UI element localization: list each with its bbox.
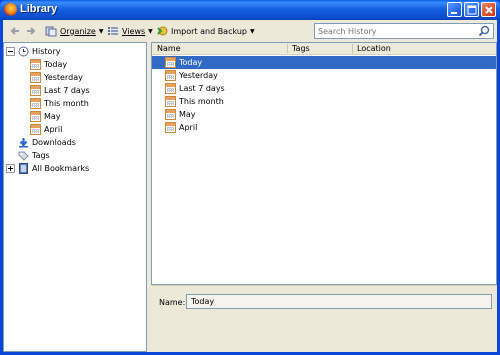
calendar-icon bbox=[30, 111, 41, 122]
tag-icon bbox=[18, 151, 29, 161]
import-backup-menu-button[interactable]: Import and Backup ▼ bbox=[156, 24, 255, 38]
download-arrow-icon bbox=[19, 138, 28, 148]
column-separator[interactable] bbox=[352, 44, 353, 53]
details-pane: Name: Today bbox=[151, 285, 497, 352]
tree-item-april[interactable]: April bbox=[30, 123, 62, 136]
tree-item-may[interactable]: May bbox=[30, 110, 61, 123]
maximize-button[interactable] bbox=[464, 2, 479, 17]
organize-menu-button[interactable]: Organize ▼ bbox=[45, 24, 103, 38]
list-item-yesterday[interactable]: Yesterday bbox=[152, 69, 496, 82]
tree-item-label: Today bbox=[44, 60, 68, 69]
organize-label: Organize bbox=[60, 26, 96, 36]
calendar-icon bbox=[165, 83, 176, 94]
tree-item-today[interactable]: Today bbox=[30, 58, 67, 71]
expand-icon[interactable] bbox=[6, 164, 15, 173]
list-item-today[interactable]: Today bbox=[152, 56, 496, 69]
chevron-down-icon: ▼ bbox=[148, 27, 153, 35]
column-header-name[interactable]: Name bbox=[154, 44, 287, 54]
list-item-label: Yesterday bbox=[179, 71, 218, 80]
tree-item-all-bookmarks[interactable]: All Bookmarks bbox=[6, 162, 89, 175]
close-icon bbox=[485, 6, 493, 14]
views-label: Views bbox=[122, 26, 146, 36]
calendar-icon bbox=[165, 109, 176, 120]
column-header-location[interactable]: Location bbox=[354, 44, 494, 54]
library-window: Library Organize ▼ Views ▼ Import and Ba… bbox=[0, 0, 500, 355]
column-header-row: Name Tags Location bbox=[152, 43, 496, 55]
list-item-label: April bbox=[179, 123, 198, 132]
column-separator[interactable] bbox=[287, 44, 288, 53]
list-item-label: Last 7 days bbox=[179, 84, 225, 93]
calendar-icon bbox=[30, 98, 41, 109]
chevron-down-icon: ▼ bbox=[98, 27, 104, 35]
chevron-down-icon: ▼ bbox=[250, 27, 255, 35]
calendar-icon bbox=[165, 70, 176, 81]
tree-item-last-7-days[interactable]: Last 7 days bbox=[30, 84, 90, 97]
minimize-button[interactable] bbox=[447, 2, 462, 17]
window-frame: Organize ▼ Views ▼ Import and Backup ▼ S… bbox=[3, 20, 497, 352]
search-box[interactable] bbox=[314, 23, 494, 39]
firefox-logo-icon bbox=[4, 3, 17, 16]
tree-item-label: Yesterday bbox=[44, 73, 83, 82]
import-backup-label: Import and Backup bbox=[171, 26, 248, 36]
name-field-label: Name: bbox=[159, 298, 186, 307]
views-icon bbox=[108, 27, 118, 35]
history-list[interactable]: Name Tags Location Today Yesterday Last … bbox=[151, 42, 497, 285]
close-button[interactable] bbox=[481, 2, 496, 17]
title-bar[interactable]: Library bbox=[0, 0, 500, 20]
bookmarks-icon bbox=[19, 163, 28, 174]
tree-item-downloads[interactable]: Downloads bbox=[18, 136, 76, 149]
list-item-label: May bbox=[179, 110, 196, 119]
calendar-icon bbox=[165, 122, 176, 133]
tree-item-label: April bbox=[44, 125, 63, 134]
search-icon[interactable] bbox=[478, 25, 490, 37]
forward-arrow-icon[interactable] bbox=[25, 25, 37, 37]
list-item-label: This month bbox=[179, 97, 224, 106]
list-item-last-7-days[interactable]: Last 7 days bbox=[152, 82, 496, 95]
list-item-label: Today bbox=[179, 58, 203, 67]
list-item-may[interactable]: May bbox=[152, 108, 496, 121]
calendar-icon bbox=[30, 85, 41, 96]
organize-icon bbox=[45, 26, 57, 37]
column-header-tags[interactable]: Tags bbox=[289, 44, 351, 54]
calendar-icon bbox=[165, 96, 176, 107]
calendar-icon bbox=[165, 57, 176, 68]
toolbar: Organize ▼ Views ▼ Import and Backup ▼ bbox=[3, 20, 497, 42]
minimize-icon bbox=[451, 12, 457, 14]
tree-item-label: This month bbox=[44, 99, 89, 108]
tree-item-history[interactable]: History bbox=[6, 45, 60, 58]
back-arrow-icon[interactable] bbox=[9, 25, 21, 37]
calendar-icon bbox=[30, 72, 41, 83]
tree-item-label: May bbox=[44, 112, 61, 121]
collapse-icon[interactable] bbox=[6, 47, 15, 56]
list-item-april[interactable]: April bbox=[152, 121, 496, 134]
search-input[interactable] bbox=[315, 24, 475, 38]
tree-item-this-month[interactable]: This month bbox=[30, 97, 89, 110]
tree-item-label: History bbox=[32, 47, 61, 56]
views-menu-button[interactable]: Views ▼ bbox=[107, 24, 153, 38]
tree-item-label: Last 7 days bbox=[44, 86, 90, 95]
calendar-icon bbox=[30, 124, 41, 135]
tree-item-label: Downloads bbox=[32, 138, 76, 147]
tree-item-yesterday[interactable]: Yesterday bbox=[30, 71, 83, 84]
calendar-icon bbox=[30, 59, 41, 70]
window-title: Library bbox=[20, 3, 58, 15]
list-item-this-month[interactable]: This month bbox=[152, 95, 496, 108]
import-backup-icon bbox=[157, 26, 168, 36]
tree-item-label: All Bookmarks bbox=[32, 164, 90, 173]
tree-item-label: Tags bbox=[32, 151, 50, 160]
tree-item-tags[interactable]: Tags bbox=[18, 149, 50, 162]
clock-icon bbox=[18, 46, 29, 57]
places-tree[interactable]: History Today Yesterday Last 7 days This… bbox=[3, 42, 147, 352]
name-field[interactable]: Today bbox=[186, 294, 492, 309]
maximize-icon bbox=[467, 5, 477, 15]
